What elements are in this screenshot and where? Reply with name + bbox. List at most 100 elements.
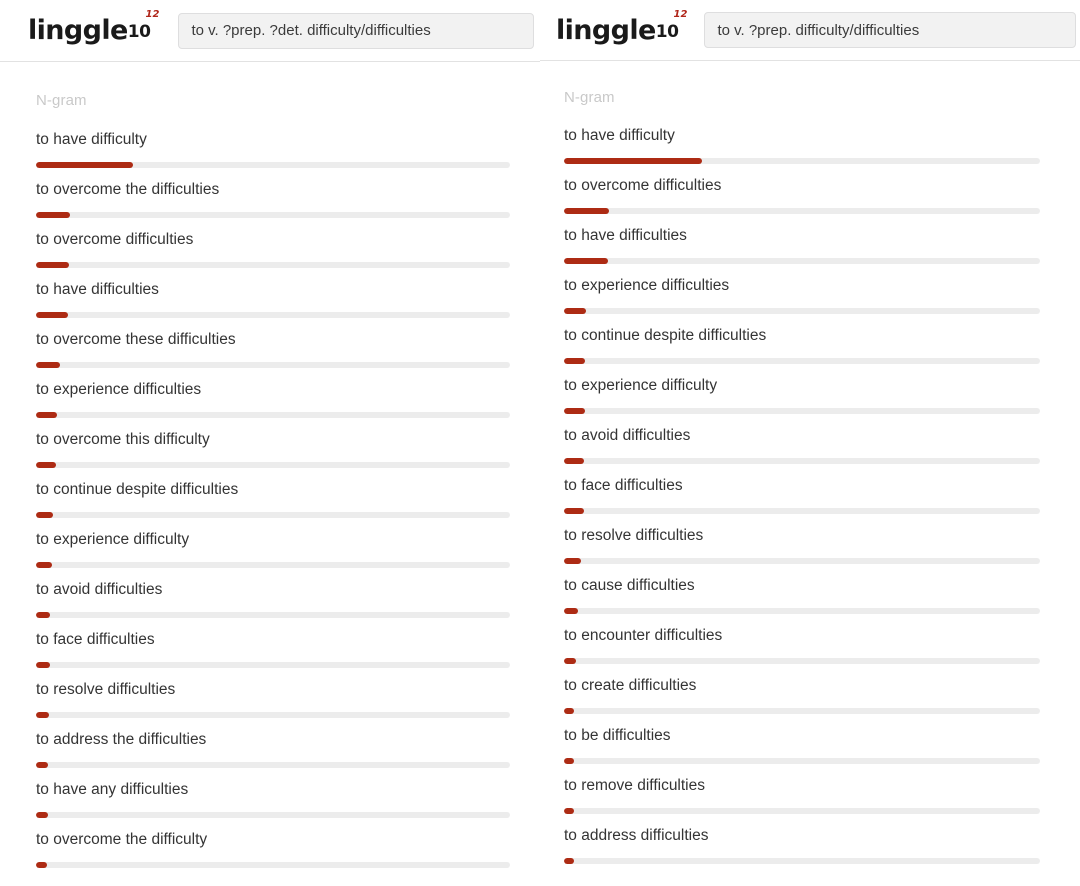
ngram-label: to have difficulties — [564, 227, 687, 244]
ngram-bar-fill — [36, 212, 71, 218]
ngram-bar-track — [564, 508, 1040, 514]
ngram-row[interactable]: to have difficulty — [36, 131, 510, 181]
ngram-row[interactable]: to encounter difficulties — [564, 627, 1040, 677]
ngram-label: to remove difficulties — [564, 777, 705, 794]
ngram-bar-track — [564, 658, 1040, 664]
ngram-label: to overcome these difficulties — [36, 331, 236, 348]
result-panel-right: linggle10 12 to v. ?prep. difficulty/dif… — [540, 0, 1080, 886]
ngram-bar-fill — [36, 312, 69, 318]
ngram-bar-fill — [564, 458, 585, 464]
ngram-bar-track — [564, 258, 1040, 264]
ngram-bar-track — [36, 262, 510, 268]
ngram-label: to face difficulties — [564, 477, 683, 494]
ngram-row[interactable]: to resolve difficulties — [36, 681, 510, 731]
ngram-bar-track — [36, 862, 510, 868]
ngram-label: to overcome difficulties — [36, 231, 194, 248]
ngram-bar-track — [564, 608, 1040, 614]
ngram-bar-track — [564, 458, 1040, 464]
ngram-bar-track — [36, 712, 510, 718]
ngram-bar-fill — [564, 158, 703, 164]
ngram-row[interactable]: to face difficulties — [564, 477, 1040, 527]
ngram-label: to resolve difficulties — [36, 681, 176, 698]
ngram-row[interactable]: to address difficulties — [564, 827, 1040, 877]
ngram-row[interactable]: to resolve difficulties — [564, 527, 1040, 577]
ngram-bar-fill — [36, 762, 49, 768]
results-list-right: N-gram to have difficulty to overcome di… — [540, 61, 1080, 877]
ngram-bar-track — [36, 562, 510, 568]
linggle-comparison-screen: linggle10 12 to v. ?prep. ?det. difficul… — [0, 0, 1080, 886]
ngram-bar-fill — [564, 808, 574, 814]
ngram-bar-fill — [564, 408, 585, 414]
linggle-logo-right[interactable]: linggle10 12 — [556, 9, 687, 46]
ngram-row[interactable]: to overcome this difficulty — [36, 431, 510, 481]
results-list-left: N-gram to have difficulty to overcome th… — [0, 62, 540, 881]
ngram-row[interactable]: to face difficulties — [36, 631, 510, 681]
ngram-row[interactable]: to experience difficulties — [564, 277, 1040, 327]
ngram-row[interactable]: to continue despite difficulties — [36, 481, 510, 531]
ngram-row[interactable]: to avoid difficulties — [564, 427, 1040, 477]
ngram-bar-track — [564, 408, 1040, 414]
ngram-label: to resolve difficulties — [564, 527, 704, 544]
ngram-bar-track — [564, 858, 1040, 864]
ngram-label: to avoid difficulties — [564, 427, 691, 444]
ngram-bar-track — [36, 762, 510, 768]
logo-wordmark: linggle — [556, 14, 656, 46]
ngram-label: to have difficulty — [36, 131, 147, 148]
ngram-row[interactable]: to overcome the difficulty — [36, 831, 510, 881]
panel-header-left: linggle10 12 to v. ?prep. ?det. difficul… — [0, 0, 540, 62]
ngram-label: to experience difficulty — [36, 531, 190, 548]
ngram-bar-track — [564, 208, 1040, 214]
ngram-bar-fill — [564, 608, 579, 614]
ngram-label: to have any difficulties — [36, 781, 189, 798]
search-input-left[interactable]: to v. ?prep. ?det. difficulty/difficulti… — [178, 12, 535, 49]
result-panel-left: linggle10 12 to v. ?prep. ?det. difficul… — [0, 0, 540, 886]
ngram-row[interactable]: to overcome the difficulties — [36, 181, 510, 231]
ngram-row[interactable]: to have difficulty — [564, 127, 1040, 177]
ngram-bar-fill — [36, 612, 51, 618]
logo-superscript: 12 — [673, 8, 688, 20]
ngram-row[interactable]: to address the difficulties — [36, 731, 510, 781]
ngram-row[interactable]: to overcome difficulties — [36, 231, 510, 281]
ngram-label: to address difficulties — [564, 827, 709, 844]
ngram-row[interactable]: to remove difficulties — [564, 777, 1040, 827]
ngram-row[interactable]: to create difficulties — [564, 677, 1040, 727]
ngram-bar-track — [36, 662, 510, 668]
ngram-row[interactable]: to have difficulties — [36, 281, 510, 331]
ngram-row[interactable]: to overcome difficulties — [564, 177, 1040, 227]
ngram-label: to overcome the difficulties — [36, 181, 220, 198]
ngram-row[interactable]: to cause difficulties — [564, 577, 1040, 627]
ngram-row[interactable]: to experience difficulty — [36, 531, 510, 581]
ngram-label: to experience difficulties — [36, 381, 202, 398]
ngram-bar-fill — [564, 358, 586, 364]
ngram-bar-fill — [36, 162, 134, 168]
ngram-row[interactable]: to have any difficulties — [36, 781, 510, 831]
ngram-bar-fill — [564, 858, 574, 864]
ngram-row[interactable]: to continue despite difficulties — [564, 327, 1040, 377]
search-wrap-left: to v. ?prep. ?det. difficulty/difficulti… — [178, 12, 540, 49]
ngram-row[interactable]: to overcome these difficulties — [36, 331, 510, 381]
logo-ten: 10 — [655, 21, 679, 42]
ngram-bar-track — [36, 212, 510, 218]
ngram-row[interactable]: to be difficulties — [564, 727, 1040, 777]
search-input-right[interactable]: to v. ?prep. difficulty/difficulties — [704, 12, 1077, 48]
panel-header-right: linggle10 12 to v. ?prep. difficulty/dif… — [540, 0, 1080, 61]
ngram-row[interactable]: to have difficulties — [564, 227, 1040, 277]
ngram-bar-fill — [564, 208, 610, 214]
ngram-label: to experience difficulty — [564, 377, 718, 394]
ngram-row[interactable]: to experience difficulties — [36, 381, 510, 431]
ngram-label: to avoid difficulties — [36, 581, 163, 598]
ngram-bar-fill — [36, 812, 48, 818]
search-wrap-right: to v. ?prep. difficulty/difficulties — [704, 12, 1080, 48]
ngram-bar-fill — [36, 662, 50, 668]
ngram-label: to have difficulties — [36, 281, 159, 298]
ngram-bar-track — [36, 612, 510, 618]
linggle-logo-left[interactable]: linggle10 12 — [28, 10, 159, 45]
column-header-ngram-left: N-gram — [36, 92, 87, 109]
ngram-bar-track — [36, 362, 510, 368]
ngram-row[interactable]: to avoid difficulties — [36, 581, 510, 631]
ngram-label: to be difficulties — [564, 727, 671, 744]
ngram-label: to overcome difficulties — [564, 177, 722, 194]
ngram-bar-fill — [564, 708, 575, 714]
ngram-bar-fill — [36, 862, 48, 868]
ngram-row[interactable]: to experience difficulty — [564, 377, 1040, 427]
